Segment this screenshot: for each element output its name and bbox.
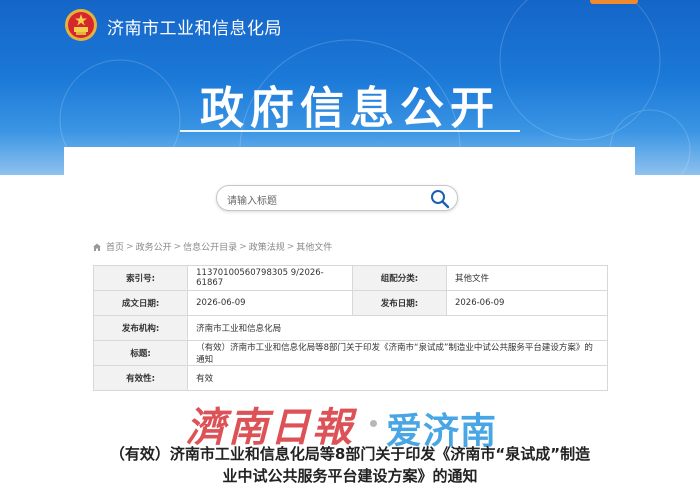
publish-label: 发布日期: [351,290,447,316]
content-panel: 请输入标题 首页 > 政务公开 > 信息公开目录 > 政策法规 > 其他文件 索… [64,147,635,427]
category-label: 组配分类: [351,265,447,291]
table-row: 索引号: 11370100560798305 9/2026-61867 组配分类… [92,265,609,291]
banner-title: 政府信息公开 [200,83,500,134]
search-icon[interactable] [429,188,451,210]
breadcrumb-directory[interactable]: 信息公开目录 [183,240,237,253]
breadcrumb-other-files[interactable]: 其他文件 [296,240,332,253]
index-label: 索引号: [92,265,189,291]
index-value: 11370100560798305 9/2026-61867 [187,265,353,291]
table-row: 发布机构: 济南市工业和信息化局 [92,315,608,341]
validity-value: 有效 [187,365,608,391]
table-row: 有效性: 有效 [92,365,608,391]
breadcrumb-separator: > [239,241,247,252]
title-label: 标题: [92,340,189,366]
table-row: 标题: （有效）济南市工业和信息化局等8部门关于印发《济南市“泉试成”制造业中试… [92,340,608,366]
date-label: 成文日期: [92,290,189,316]
breadcrumb-home[interactable]: 首页 [106,240,124,253]
org-value: 济南市工业和信息化局 [187,315,608,341]
title-underline [180,130,520,132]
search-input[interactable]: 请输入标题 [227,192,277,207]
table-row: 成文日期: 2026-06-09 发布日期: 2026-06-09 [92,290,609,316]
document-title: （有效）济南市工业和信息化局等8部门关于印发《济南市“泉试成”制造 业中试公共服… [90,443,610,487]
breadcrumb-separator: > [126,241,134,252]
date-value: 2026-06-09 [187,290,353,316]
validity-label: 有效性: [92,365,189,391]
breadcrumb-separator: > [286,241,295,252]
breadcrumb: 首页 > 政务公开 > 信息公开目录 > 政策法规 > 其他文件 [92,240,332,253]
category-value: 其他文件 [445,265,609,291]
org-label: 发布机构: [92,315,189,341]
document-title-line1: （有效）济南市工业和信息化局等8部门关于印发《济南市“泉试成”制造 [109,445,591,463]
top-accent-tab[interactable] [590,0,638,4]
breadcrumb-regulations[interactable]: 政策法规 [249,240,285,253]
document-info-table: 索引号: 11370100560798305 9/2026-61867 组配分类… [92,265,609,391]
document-title-line2: 业中试公共服务平台建设方案》的通知 [222,467,478,485]
home-icon [93,243,101,251]
breadcrumb-separator: > [173,241,182,252]
national-emblem-icon[interactable] [64,8,98,42]
title-value: （有效）济南市工业和信息化局等8部门关于印发《济南市“泉试成”制造业中试公共服务… [187,340,608,366]
publish-value: 2026-06-09 [445,290,609,316]
search-box[interactable]: 请输入标题 [216,185,458,211]
site-name[interactable]: 济南市工业和信息化局 [107,14,282,39]
breadcrumb-public-affairs[interactable]: 政务公开 [136,240,172,253]
watermark-dot [370,420,377,427]
